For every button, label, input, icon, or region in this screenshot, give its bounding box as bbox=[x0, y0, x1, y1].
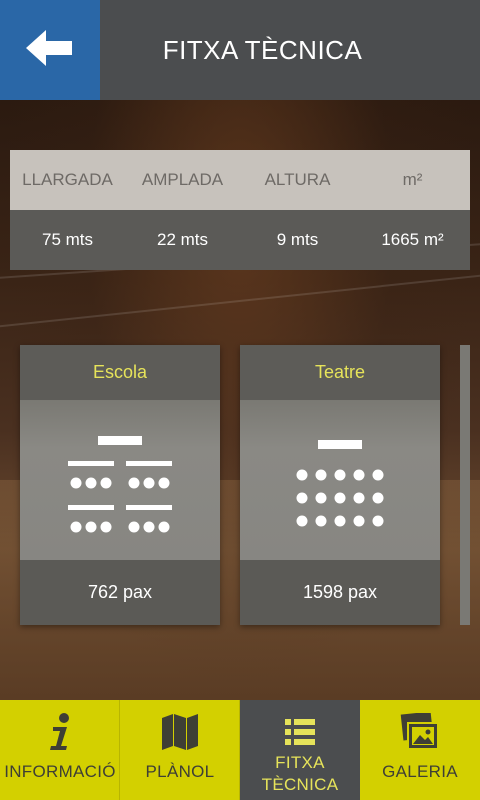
header-height: ALTURA bbox=[264, 170, 331, 189]
bottom-nav: INFORMACIÓ PLÀNOL FITXA TÈCNICA GALERIA bbox=[0, 700, 480, 800]
gallery-icon bbox=[360, 710, 480, 754]
layout-card-teatre[interactable]: Teatre 1598 pax bbox=[240, 345, 440, 625]
info-icon bbox=[0, 710, 120, 754]
card-capacity: 1598 pax bbox=[240, 560, 440, 625]
next-card-peek[interactable] bbox=[460, 345, 470, 625]
header-width: AMPLADA bbox=[141, 170, 224, 189]
map-icon bbox=[120, 710, 240, 754]
nav-planol[interactable]: PLÀNOL bbox=[120, 700, 240, 800]
classroom-layout-icon bbox=[20, 400, 220, 560]
nav-fitxa-tecnica[interactable]: FITXA TÈCNICA bbox=[240, 700, 360, 800]
card-title: Teatre bbox=[240, 345, 440, 400]
nav-label-line2: TÈCNICA bbox=[261, 775, 339, 794]
dimensions-value-row: 75 mts 22 mts 9 mts 1665 m² bbox=[10, 210, 470, 270]
layout-card-escola[interactable]: Escola 762 pax bbox=[20, 345, 220, 625]
page-title: FITXA TÈCNICA bbox=[162, 34, 363, 65]
nav-label-line1: FITXA bbox=[275, 753, 325, 772]
dimensions-header-row: LLARGADA AMPLADA ALTURA m² bbox=[10, 150, 470, 210]
card-capacity: 762 pax bbox=[20, 560, 220, 625]
nav-label: INFORMACIÓ bbox=[4, 762, 116, 781]
nav-label: GALERIA bbox=[382, 762, 458, 781]
nav-label: PLÀNOL bbox=[145, 762, 215, 781]
header-bar: FITXA TÈCNICA bbox=[0, 0, 480, 100]
value-height: 9 mts bbox=[276, 230, 319, 249]
arrow-left-icon bbox=[26, 29, 74, 71]
header-length: LLARGADA bbox=[22, 170, 113, 189]
theatre-layout-icon bbox=[240, 400, 440, 560]
value-area: 1665 m² bbox=[381, 230, 444, 249]
value-width: 22 mts bbox=[156, 230, 209, 249]
header-area: m² bbox=[402, 170, 423, 189]
back-button[interactable] bbox=[0, 0, 100, 100]
nav-informacio[interactable]: INFORMACIÓ bbox=[0, 700, 120, 800]
card-title: Escola bbox=[20, 345, 220, 400]
list-icon bbox=[240, 714, 360, 750]
dimensions-table: LLARGADA AMPLADA ALTURA m² 75 mts 22 mts… bbox=[10, 150, 470, 270]
nav-label: FITXA TÈCNICA bbox=[240, 752, 360, 796]
value-length: 75 mts bbox=[41, 230, 94, 249]
nav-galeria[interactable]: GALERIA bbox=[360, 700, 480, 800]
